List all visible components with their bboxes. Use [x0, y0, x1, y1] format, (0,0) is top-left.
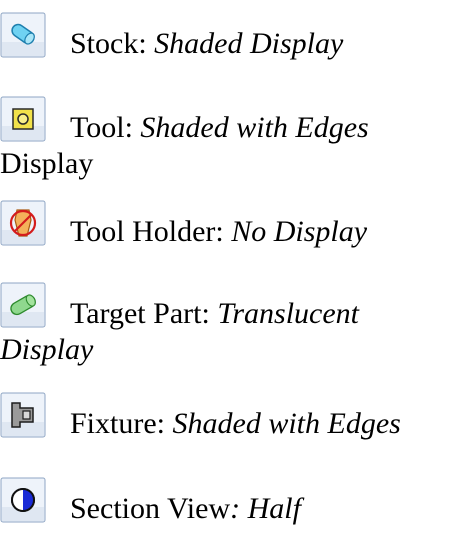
tool-holder-display-entry: Tool Holder: No Display — [0, 200, 466, 250]
target-part-label: Target Part: — [70, 297, 210, 330]
tool-display-mode: Shaded with Edges — [140, 111, 369, 144]
target-part-display-entry: Target Part: Translucent Display — [0, 282, 466, 368]
tool-holder-display-mode: No Display — [231, 215, 368, 248]
target-part-display-mode-continuation: Display — [0, 333, 94, 366]
stock-display-mode: Shaded Display — [154, 27, 344, 60]
stock-label: Stock: — [70, 27, 147, 60]
section-view-label: Section View — [70, 492, 231, 525]
stock-display-entry: Stock: Shaded Display — [0, 12, 466, 62]
fixture-display-entry: Fixture: Shaded with Edges — [0, 392, 466, 442]
stock-shaded-icon[interactable] — [0, 12, 58, 60]
fixture-display-mode: Shaded with Edges — [172, 407, 401, 440]
tool-shaded-edges-icon[interactable] — [0, 96, 58, 144]
tool-display-entry: Tool: Shaded with Edges Display — [0, 96, 466, 182]
display-settings-document: Stock: Shaded Display Tool: Shaded with … — [0, 0, 466, 539]
tool-label: Tool: — [70, 111, 133, 144]
fixture-shaded-edges-icon[interactable] — [0, 392, 58, 440]
fixture-label: Fixture: — [70, 407, 165, 440]
tool-holder-label: Tool Holder: — [70, 215, 224, 248]
section-view-label-colon: : — [230, 492, 241, 525]
target-part-translucent-icon[interactable] — [0, 282, 58, 330]
section-view-display-mode: Half — [247, 492, 301, 525]
section-view-half-icon[interactable] — [0, 477, 58, 525]
target-part-display-mode: Translucent — [217, 297, 359, 330]
tool-holder-no-display-icon[interactable] — [0, 200, 58, 248]
section-view-display-entry: Section View: Half — [0, 477, 466, 527]
tool-display-mode-continuation: Display — [0, 147, 94, 180]
